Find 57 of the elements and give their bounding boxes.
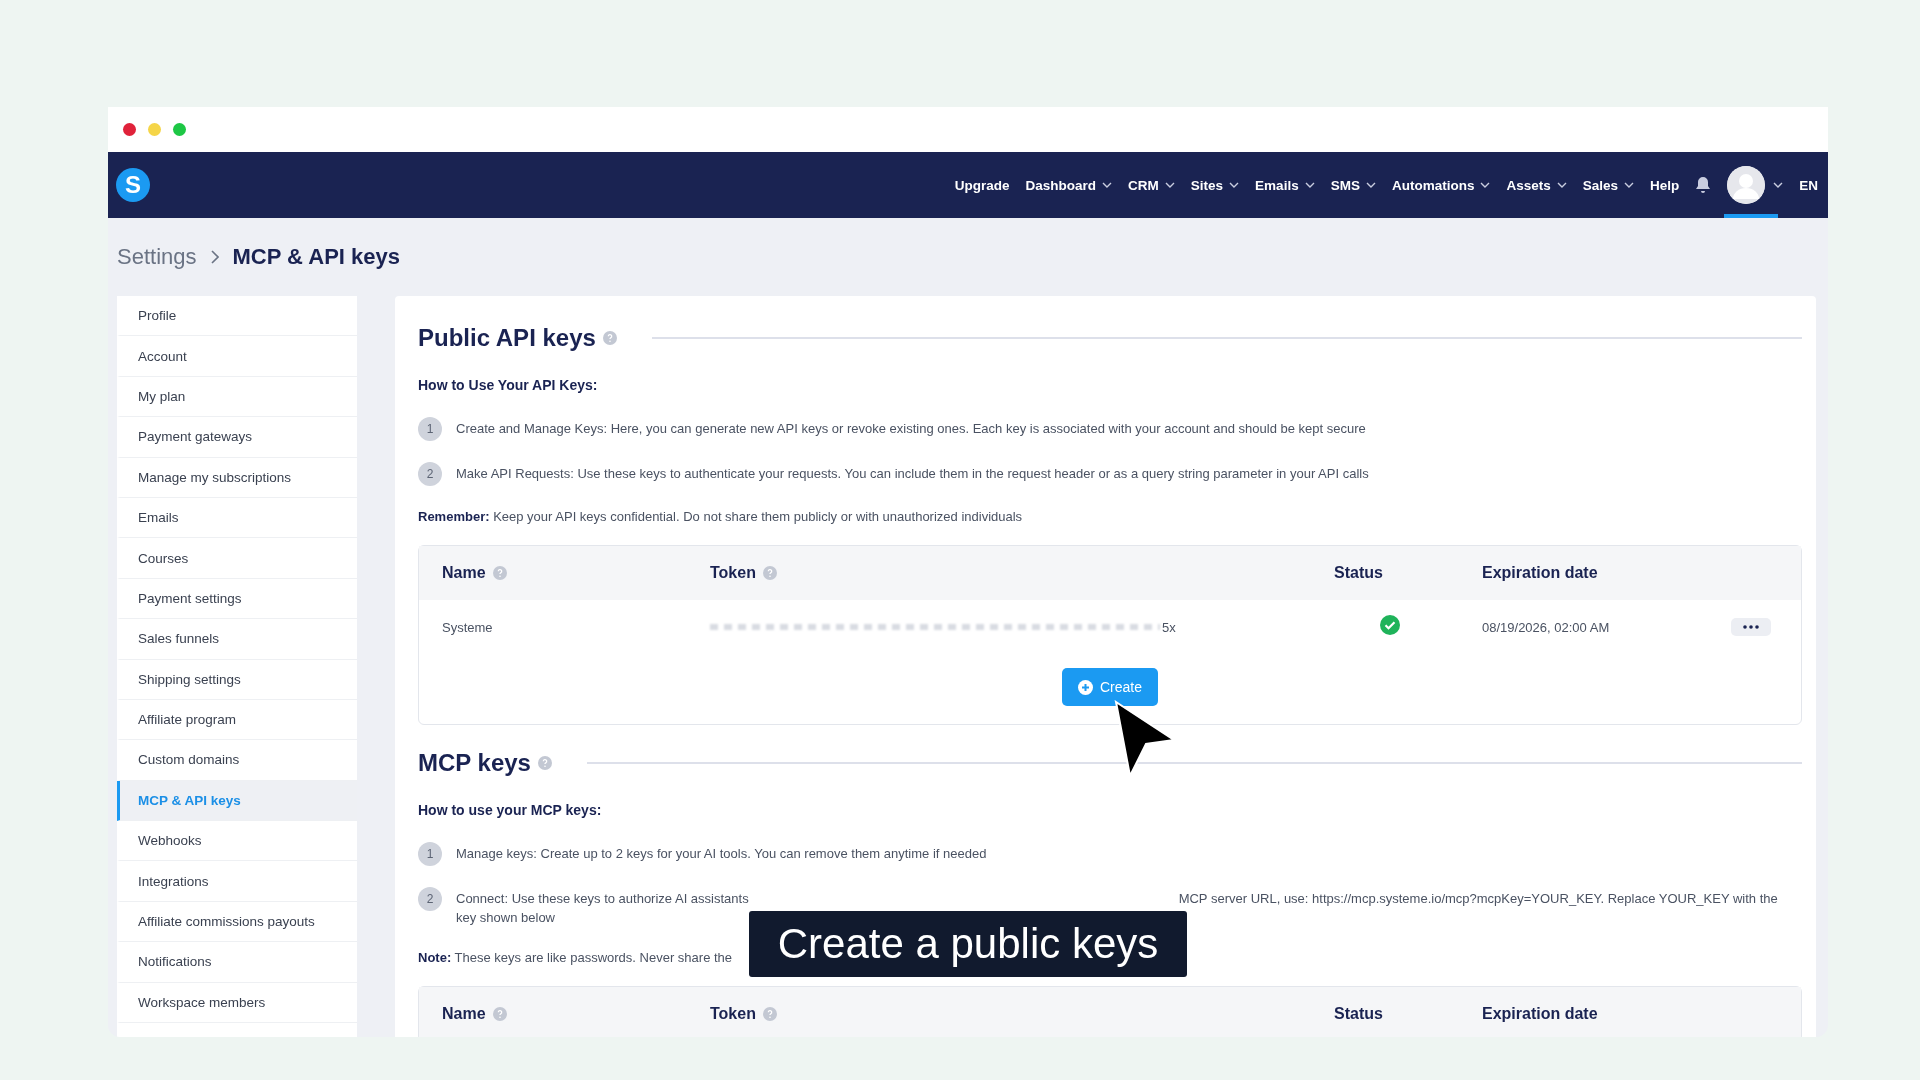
nav-menu-item[interactable]: Sites xyxy=(1190,177,1240,193)
column-header: Status xyxy=(1334,1005,1383,1023)
bell-icon[interactable] xyxy=(1695,176,1712,194)
nav-menu-item[interactable]: Automations xyxy=(1391,177,1491,193)
minimize-dot[interactable] xyxy=(148,123,161,136)
section-subtitle: How to Use Your API Keys: xyxy=(418,377,599,393)
column-header: Name xyxy=(442,1005,486,1023)
close-dot[interactable] xyxy=(123,123,136,136)
table-cell-text: Systeme xyxy=(442,619,494,635)
step-number: 1 xyxy=(418,842,442,866)
nav-menu-item[interactable]: CRM xyxy=(1128,177,1175,193)
step-text: key shown below xyxy=(456,909,555,927)
section-title: MCP keys xyxy=(418,749,531,777)
step-text: Create and Manage Keys: Here, you can generate new API keys or revoke existing ones. Each key is associated with your account and should be kept secure xyxy=(456,420,1366,438)
sidebar-item[interactable]: Profile xyxy=(117,296,357,337)
page-title: MCP & API keys xyxy=(232,244,400,270)
nav-menu-item[interactable]: Help xyxy=(1649,177,1680,193)
column-header: Status xyxy=(1334,564,1383,582)
step-number: 1 xyxy=(418,417,442,441)
help-icon[interactable] xyxy=(492,566,507,580)
help-icon[interactable] xyxy=(492,1007,507,1021)
chevron-right-icon xyxy=(210,250,219,264)
column-header: Name xyxy=(442,564,486,582)
nav-menu-item[interactable]: Dashboard xyxy=(1025,177,1113,193)
note-text: Note: These keys are like passwords. Never share the xyxy=(418,950,734,965)
maximize-dot[interactable] xyxy=(173,123,186,136)
nav-menu-item[interactable]: Sales xyxy=(1582,177,1634,193)
breadcrumb-link[interactable]: Settings xyxy=(117,244,197,270)
step-number: 2 xyxy=(418,887,442,911)
nav-menu-item[interactable]: Upgrade xyxy=(954,177,1010,193)
video-caption: Create a public keys xyxy=(749,911,1187,977)
help-icon[interactable] xyxy=(537,756,552,770)
step-text: Manage keys: Create up to 2 keys for your AI tools. You can remove them anytime if needed xyxy=(456,845,987,863)
column-header: Expiration date xyxy=(1482,1005,1598,1023)
column-header: Token xyxy=(710,564,756,582)
nav-menu-item[interactable]: Emails xyxy=(1255,177,1315,193)
help-icon[interactable] xyxy=(762,1007,777,1021)
nav-menu-item[interactable]: Assets xyxy=(1506,177,1567,193)
nav-menu-item[interactable]: SMS xyxy=(1330,177,1376,193)
step-number: 2 xyxy=(418,462,442,486)
avatar-icon[interactable] xyxy=(1727,166,1766,204)
table-cell: 5x xyxy=(1162,619,1176,635)
step-text: Connect: Use these keys to authorize AI assistants xyxy=(456,890,749,908)
table-cell-text: 08/19/2026, 02:00 AM xyxy=(1482,619,1611,635)
help-icon[interactable] xyxy=(762,566,777,580)
column-header: Expiration date xyxy=(1482,564,1598,582)
column-header: Token xyxy=(710,1005,756,1023)
step-text: MCP server URL, use: https://mcp.systeme.io/mcp?mcpKey=YOUR_KEY. Replace YOUR_KEY with the xyxy=(1178,890,1778,908)
plus-circle-icon xyxy=(1078,679,1093,695)
help-icon[interactable] xyxy=(602,331,617,345)
ellipsis-icon xyxy=(1743,625,1759,629)
section-title: Public API keys xyxy=(418,324,596,352)
section-subtitle: How to use your MCP keys: xyxy=(418,802,603,818)
language-selector[interactable]: EN xyxy=(1799,177,1818,193)
more-options-button[interactable] xyxy=(1731,618,1771,636)
step-text: Make API Requests: Use these keys to authenticate your requests. You can include them in the request header or as a query string parameter in your API calls xyxy=(456,465,1369,483)
note-text: Remember: Keep your API keys confidential. Do not share them publicly or with unauthorized individuals xyxy=(418,509,1024,524)
